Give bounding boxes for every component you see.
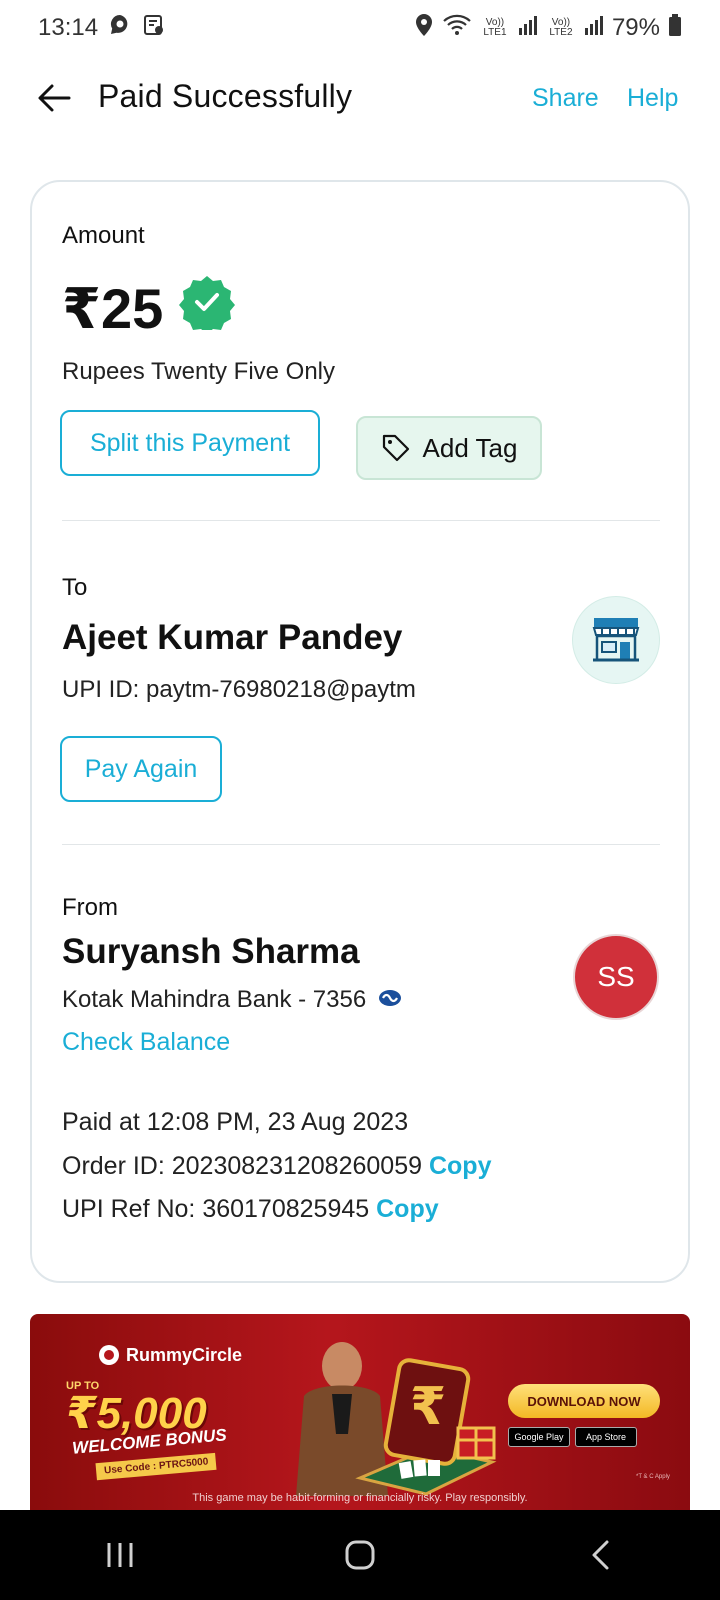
system-navigation-bar (0, 1510, 720, 1600)
battery-icon (668, 13, 682, 44)
battery-percentage: 79% (611, 14, 660, 41)
sender-bank-row: Kotak Mahindra Bank - 7356 (62, 986, 402, 1014)
from-label: From (62, 894, 118, 921)
upi-ref-number: UPI Ref No: 360170825945 (62, 1195, 370, 1223)
recipient-upi-id: UPI ID: paytm-76980218@paytm (62, 676, 416, 703)
help-button[interactable]: Help (627, 84, 678, 113)
amount-label: Amount (62, 222, 145, 249)
sender-name: Suryansh Sharma (62, 932, 360, 971)
back-nav-button[interactable] (560, 1525, 640, 1585)
terms-label: *T & C Apply (636, 1474, 670, 1480)
rummycircle-logo: RummyCircle (98, 1344, 242, 1366)
pay-again-button[interactable]: Pay Again (60, 736, 222, 802)
app-store-label: App Store (585, 1432, 627, 1442)
brand-name: RummyCircle (126, 1344, 243, 1365)
amount-in-words: Rupees Twenty Five Only (62, 358, 336, 385)
sim2-label: Vo)) LTE2 (549, 17, 573, 38)
payment-details-card: Amount ₹25 Rupees Twenty Five Only Split… (30, 180, 690, 1283)
app-store-badge[interactable]: App Store (575, 1427, 637, 1447)
google-play-label: Google Play (514, 1432, 564, 1442)
check-balance-link[interactable]: Check Balance (62, 1028, 230, 1057)
home-button[interactable] (320, 1525, 400, 1585)
promo-code: Use Code : PTRC5000 (95, 1452, 217, 1481)
recent-apps-icon (107, 1543, 133, 1567)
download-now-button[interactable]: DOWNLOAD NOW (508, 1384, 660, 1418)
paid-at-timestamp: Paid at 12:08 PM, 23 Aug 2023 (62, 1108, 409, 1136)
amount-row: ₹25 (62, 274, 236, 343)
store-icon (592, 618, 640, 662)
sim1-label: Vo)) LTE1 (483, 17, 507, 38)
copy-upi-ref-button[interactable]: Copy (376, 1195, 439, 1223)
sender-avatar: SS (573, 934, 659, 1020)
chat-notification-icon (108, 13, 132, 44)
wifi-icon (442, 13, 472, 44)
upi-ref-row: UPI Ref No: 360170825945 Copy (62, 1195, 439, 1224)
arrow-back-icon (38, 84, 71, 112)
disclaimer-text: This game may be habit-forming or financ… (192, 1492, 528, 1504)
split-payment-button[interactable]: Split this Payment (60, 410, 320, 476)
rummycircle-logo-icon (99, 1345, 119, 1365)
status-time: 13:14 (38, 14, 99, 41)
to-label: To (62, 574, 88, 601)
back-button[interactable] (32, 76, 76, 120)
recipient-name: Ajeet Kumar Pandey (62, 618, 403, 657)
app-notification-icon (142, 13, 166, 44)
verified-check-icon (179, 274, 236, 343)
google-play-badge[interactable]: Google Play (508, 1427, 570, 1447)
add-tag-button[interactable]: Add Tag (356, 416, 542, 480)
tag-icon (382, 434, 409, 462)
svg-text:₹: ₹ (410, 1377, 446, 1437)
status-bar: 13:14 Vo)) LTE1 Vo)) LTE2 79% (0, 0, 720, 56)
order-id-row: Order ID: 202308231208260059 Copy (62, 1152, 491, 1181)
location-icon (414, 13, 434, 44)
signal-strength-icon (584, 14, 604, 43)
merchant-avatar (572, 596, 660, 684)
signal-strength-icon (518, 14, 538, 43)
share-button[interactable]: Share (532, 84, 599, 113)
back-chevron-icon (592, 1540, 609, 1570)
upi-linked-icon (378, 986, 402, 1014)
app-bar: Paid Successfully Share Help (0, 62, 720, 134)
amount-value: ₹25 (62, 276, 164, 340)
promo-illustration: ₹ (282, 1336, 502, 1496)
copy-order-id-button[interactable]: Copy (429, 1152, 492, 1180)
order-id: Order ID: 202308231208260059 (62, 1152, 423, 1180)
divider (62, 520, 660, 521)
page-title: Paid Successfully (98, 78, 353, 114)
recent-apps-button[interactable] (80, 1525, 160, 1585)
home-icon (345, 1540, 375, 1570)
promo-banner[interactable]: RummyCircle UP TO ₹5,000 WELCOME BONUS U… (30, 1314, 690, 1510)
divider (62, 844, 660, 845)
sender-bank-account: Kotak Mahindra Bank - 7356 (62, 986, 367, 1013)
add-tag-label: Add Tag (422, 432, 518, 463)
